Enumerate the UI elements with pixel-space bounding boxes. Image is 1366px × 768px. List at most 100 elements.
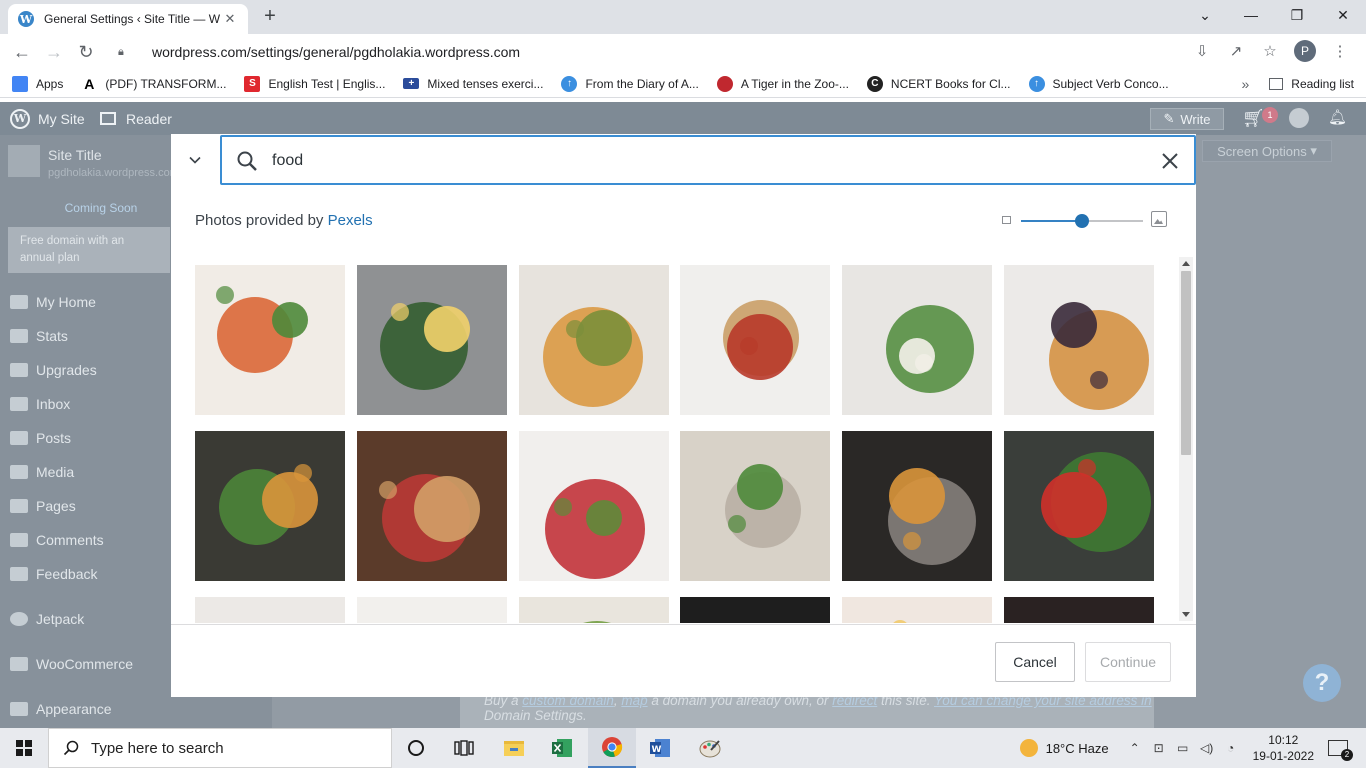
pexels-link[interactable]: Pexels xyxy=(328,212,373,229)
address-bar[interactable]: 🔒︎ wordpress.com/settings/general/pgdhol… xyxy=(108,38,1288,66)
photo-thumbnail-knife-herbs[interactable] xyxy=(356,597,507,623)
sidebar-item-my-home[interactable]: My Home xyxy=(0,285,170,319)
reload-button[interactable]: ↻ xyxy=(74,40,98,64)
close-window-button[interactable]: ✕ xyxy=(1320,0,1366,30)
task-view-icon[interactable] xyxy=(440,728,488,768)
photo-thumbnail-veg-spread[interactable] xyxy=(518,597,669,623)
sidebar-item-inbox[interactable]: Inbox xyxy=(0,387,170,421)
notification-center-icon[interactable]: 2 xyxy=(1328,740,1353,761)
slider-track[interactable] xyxy=(1021,214,1143,228)
sidebar-item-posts[interactable]: Posts xyxy=(0,421,170,455)
word-icon[interactable]: W xyxy=(636,728,684,768)
help-button[interactable]: ? xyxy=(1303,664,1341,702)
taskbar-search[interactable]: Type here to search xyxy=(48,728,392,768)
sidebar-item-appearance[interactable]: Appearance xyxy=(0,692,170,726)
cancel-button[interactable]: Cancel xyxy=(995,642,1075,682)
photo-thumbnail-mortar-vegetables[interactable] xyxy=(842,431,993,581)
new-tab-button[interactable]: + xyxy=(258,6,282,28)
scrollbar-thumb[interactable] xyxy=(1181,271,1191,455)
bookmark-item[interactable]: C NCERT Books for Cl... xyxy=(866,75,1011,92)
reading-list-button[interactable]: Reading list xyxy=(1291,77,1354,91)
share-icon[interactable]: ↗ xyxy=(1226,42,1246,60)
tab-title: General Settings ‹ Site Title — W xyxy=(44,12,221,26)
my-site-link[interactable]: W My Site xyxy=(10,102,85,135)
network-adapter-icon[interactable]: ⊡ xyxy=(1152,741,1166,755)
more-bookmarks-icon[interactable]: » xyxy=(1242,76,1250,92)
bookmark-item[interactable]: A Tiger in the Zoo-... xyxy=(716,75,849,92)
photo-thumbnail-wood-texture[interactable] xyxy=(680,431,831,581)
photo-thumbnail-marble-spices[interactable] xyxy=(518,431,669,581)
wp-user-avatar[interactable] xyxy=(1289,108,1309,128)
photo-thumbnail-plated-greens[interactable] xyxy=(842,265,993,415)
bookmark-item[interactable]: ↑ Subject Verb Conco... xyxy=(1028,75,1169,92)
search-input[interactable] xyxy=(272,149,1132,173)
photo-thumbnail-wooden-board[interactable] xyxy=(356,431,507,581)
paint-icon[interactable] xyxy=(686,728,734,768)
excel-icon[interactable] xyxy=(538,728,586,768)
search-box xyxy=(220,135,1196,185)
bookmark-item[interactable]: + Mixed tenses exerci... xyxy=(403,77,543,91)
scroll-down-icon[interactable] xyxy=(1182,612,1190,617)
wordpress-logo-icon: W xyxy=(10,108,30,129)
photo-thumbnail-spaghetti-fork[interactable] xyxy=(680,265,831,415)
bookmark-item[interactable]: ↑ From the Diary of A... xyxy=(561,75,699,92)
photo-thumbnail-avocado-toast-egg[interactable] xyxy=(356,265,507,415)
browser-tab[interactable]: W General Settings ‹ Site Title — W ✕ xyxy=(8,4,248,34)
tab-search-chevron-icon[interactable]: ⌄ xyxy=(1182,0,1228,30)
sidebar-item-feedback[interactable]: Feedback xyxy=(0,557,170,591)
close-icon[interactable] xyxy=(1160,151,1180,171)
sidebar-item-woocommerce[interactable]: WooCommerce xyxy=(0,647,170,681)
clock[interactable]: 10:12 19-01-2022 xyxy=(1253,732,1314,764)
file-explorer-icon[interactable] xyxy=(490,728,538,768)
start-button[interactable] xyxy=(0,728,48,768)
sidebar-item-media[interactable]: Media xyxy=(0,455,170,489)
modal-footer: Cancel Continue xyxy=(171,624,1196,697)
photo-thumbnail-basil-tomatoes[interactable] xyxy=(1004,431,1154,581)
chevron-up-icon[interactable]: ⌃ xyxy=(1128,741,1142,755)
battery-icon[interactable]: ▭ xyxy=(1176,741,1190,755)
sidebar-item-comments[interactable]: Comments xyxy=(0,523,170,557)
bookmark-item[interactable]: S English Test | Englis... xyxy=(244,75,385,92)
photo-thumbnail-pizza-slices[interactable] xyxy=(518,265,669,415)
bookmark-item[interactable]: Apps xyxy=(12,75,63,92)
weather-widget[interactable]: 18°C Haze xyxy=(1019,739,1109,757)
cortana-circle-icon[interactable] xyxy=(392,728,440,768)
photo-thumbnail-plate-white[interactable] xyxy=(195,597,345,623)
photo-thumbnail-pancake-stack[interactable] xyxy=(1004,265,1154,415)
chrome-icon[interactable] xyxy=(588,728,636,768)
slider-handle[interactable] xyxy=(1075,214,1089,228)
scroll-up-icon[interactable] xyxy=(1182,261,1190,266)
photo-thumbnail-pink-food[interactable] xyxy=(1004,597,1154,623)
cart-icon[interactable]: 🛒︎ xyxy=(1242,108,1265,129)
reader-link[interactable]: Reader xyxy=(100,102,172,135)
forward-button[interactable]: → xyxy=(42,40,66,64)
write-button[interactable]: ✎ Write xyxy=(1150,108,1224,130)
minimize-button[interactable]: — xyxy=(1228,0,1274,30)
sidebar-item-pages[interactable]: Pages xyxy=(0,489,170,523)
domain-promo[interactable]: Free domain with an annual plan xyxy=(8,227,170,273)
wifi-icon[interactable]: ◔ xyxy=(1224,741,1238,755)
profile-avatar[interactable]: P xyxy=(1294,40,1316,62)
grid-scrollbar[interactable] xyxy=(1179,257,1193,621)
back-button[interactable]: ← xyxy=(10,40,34,64)
photo-thumbnail-salad-bowl-tomatoes[interactable] xyxy=(195,265,345,415)
bookmark-item[interactable]: A (PDF) TRANSFORM... xyxy=(81,75,226,92)
continue-button[interactable]: Continue xyxy=(1085,642,1171,682)
photo-thumbnail-colorful-bowls[interactable] xyxy=(842,597,993,623)
tab-close-icon[interactable]: ✕ xyxy=(222,11,238,27)
notifications-bell-icon[interactable]: 🔔︎ xyxy=(1328,108,1347,126)
photo-thumbnail-bowl-salad-dark[interactable] xyxy=(195,431,345,581)
install-app-icon[interactable]: ⇩ xyxy=(1192,42,1212,60)
thumbnail-size-slider[interactable] xyxy=(1001,211,1169,231)
photo-thumbnail-dark-top[interactable] xyxy=(680,597,831,623)
chrome-menu-icon[interactable]: ⋮ xyxy=(1330,42,1350,60)
screen-options-button[interactable]: Screen Options ▾ xyxy=(1202,140,1332,162)
chevron-down-icon xyxy=(189,156,201,164)
sidebar-item-upgrades[interactable]: Upgrades xyxy=(0,353,170,387)
sidebar-item-jetpack[interactable]: Jetpack xyxy=(0,602,170,636)
source-dropdown-button[interactable] xyxy=(171,134,219,186)
sidebar-item-stats[interactable]: Stats xyxy=(0,319,170,353)
restore-button[interactable]: ❐ xyxy=(1274,0,1320,30)
volume-icon[interactable]: ◁) xyxy=(1200,741,1214,755)
bookmark-star-icon[interactable]: ☆ xyxy=(1260,42,1280,60)
